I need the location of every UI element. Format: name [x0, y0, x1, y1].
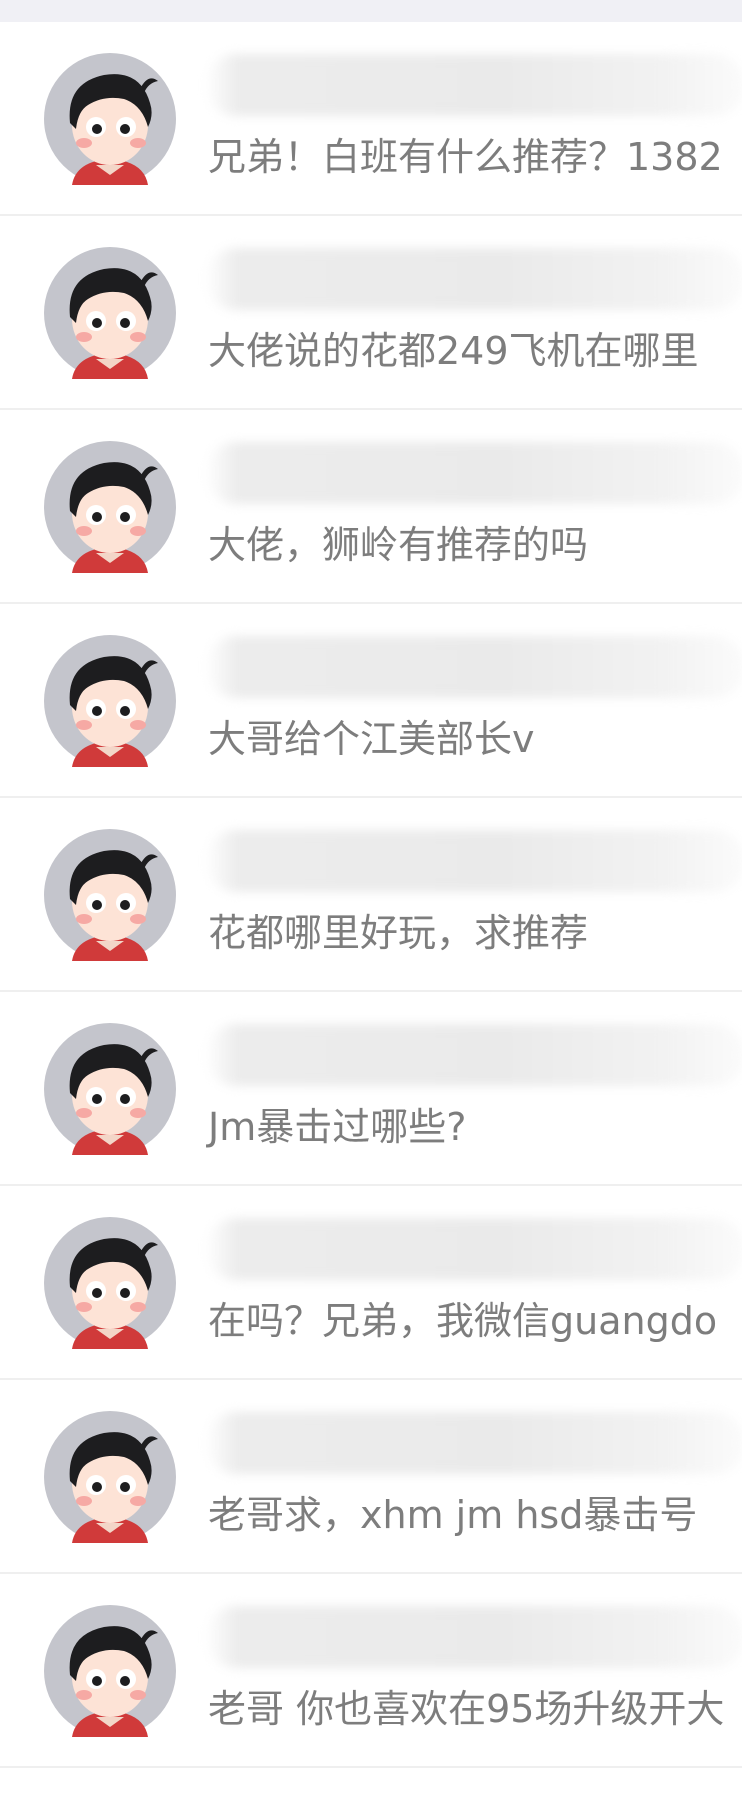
redacted-username — [205, 54, 742, 116]
redacted-username — [205, 1412, 742, 1474]
message-preview: 大佬说的花都249飞机在哪里 — [208, 329, 699, 373]
conversation-item[interactable]: 老哥求，xhm jm hsd暴击号 — [0, 1380, 742, 1574]
redacted-username — [205, 830, 742, 892]
avatar-icon — [44, 1605, 176, 1737]
avatar-icon — [44, 635, 176, 767]
message-preview: 兄弟！白班有什么推荐？1382 — [208, 135, 723, 179]
message-preview: 花都哪里好玩，求推荐 — [208, 911, 589, 955]
message-preview: Jm暴击过哪些? — [208, 1105, 467, 1149]
avatar-icon — [44, 1217, 176, 1349]
conversation-list: 兄弟！白班有什么推荐？1382 大佬说的花都249飞机在哪里 大佬，狮岭有推荐的… — [0, 22, 742, 1768]
conversation-item[interactable]: 花都哪里好玩，求推荐 — [0, 798, 742, 992]
redacted-username — [205, 248, 742, 310]
conversation-item[interactable]: 兄弟！白班有什么推荐？1382 — [0, 22, 742, 216]
avatar-icon — [44, 53, 176, 185]
avatar-icon — [44, 441, 176, 573]
message-preview: 在吗？兄弟，我微信guangdo — [208, 1299, 718, 1343]
redacted-username — [205, 442, 742, 504]
redacted-username — [205, 1218, 742, 1280]
top-strip — [0, 0, 742, 22]
message-preview: 老哥求，xhm jm hsd暴击号 — [208, 1493, 698, 1537]
avatar-icon — [44, 247, 176, 379]
avatar-icon — [44, 829, 176, 961]
avatar-icon — [44, 1411, 176, 1543]
conversation-item[interactable]: Jm暴击过哪些? — [0, 992, 742, 1186]
redacted-username — [205, 636, 742, 698]
message-preview: 大哥给个江美部长v — [208, 717, 535, 761]
redacted-username — [205, 1606, 742, 1668]
avatar-icon — [44, 1023, 176, 1155]
conversation-item[interactable]: 大佬，狮岭有推荐的吗 — [0, 410, 742, 604]
message-preview: 大佬，狮岭有推荐的吗 — [208, 523, 589, 567]
conversation-item[interactable]: 老哥 你也喜欢在95场升级开大 — [0, 1574, 742, 1768]
redacted-username — [205, 1024, 742, 1086]
conversation-item[interactable]: 大哥给个江美部长v — [0, 604, 742, 798]
conversation-item[interactable]: 在吗？兄弟，我微信guangdo — [0, 1186, 742, 1380]
conversation-item[interactable]: 大佬说的花都249飞机在哪里 — [0, 216, 742, 410]
message-preview: 老哥 你也喜欢在95场升级开大 — [208, 1687, 725, 1731]
